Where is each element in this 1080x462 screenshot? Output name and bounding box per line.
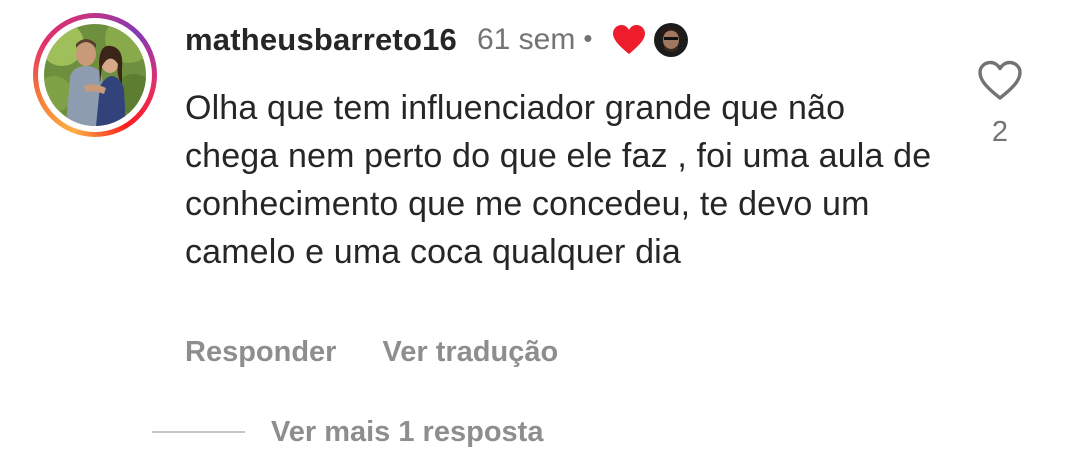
separator-dot: • — [583, 22, 593, 53]
comment-text: Olha que tem influenciador grande que nã… — [185, 89, 932, 271]
translate-button[interactable]: Ver tradução — [382, 336, 558, 369]
comment-time: 61 sem — [476, 23, 576, 56]
heart-filled-icon — [612, 24, 646, 56]
comment-header: matheusbarreto16 61 sem • — [185, 18, 689, 62]
like-count: 2 — [991, 116, 1009, 148]
avatar-photo — [44, 24, 146, 126]
comment-item: matheusbarreto16 61 sem • Olha que tem i… — [0, 0, 1080, 462]
heart-outline-icon[interactable] — [977, 60, 1023, 102]
avatar[interactable] — [33, 13, 157, 137]
view-more-replies-button[interactable]: Ver mais 1 resposta — [271, 416, 543, 449]
reply-button[interactable]: Responder — [185, 336, 336, 369]
author-avatar-small — [654, 23, 689, 57]
username-link[interactable]: matheusbarreto16 — [185, 22, 457, 58]
like-column: 2 — [975, 60, 1025, 149]
view-replies-row: Ver mais 1 resposta — [152, 410, 543, 454]
comment-actions: Responder Ver tradução — [185, 330, 558, 374]
replies-divider — [152, 431, 245, 433]
